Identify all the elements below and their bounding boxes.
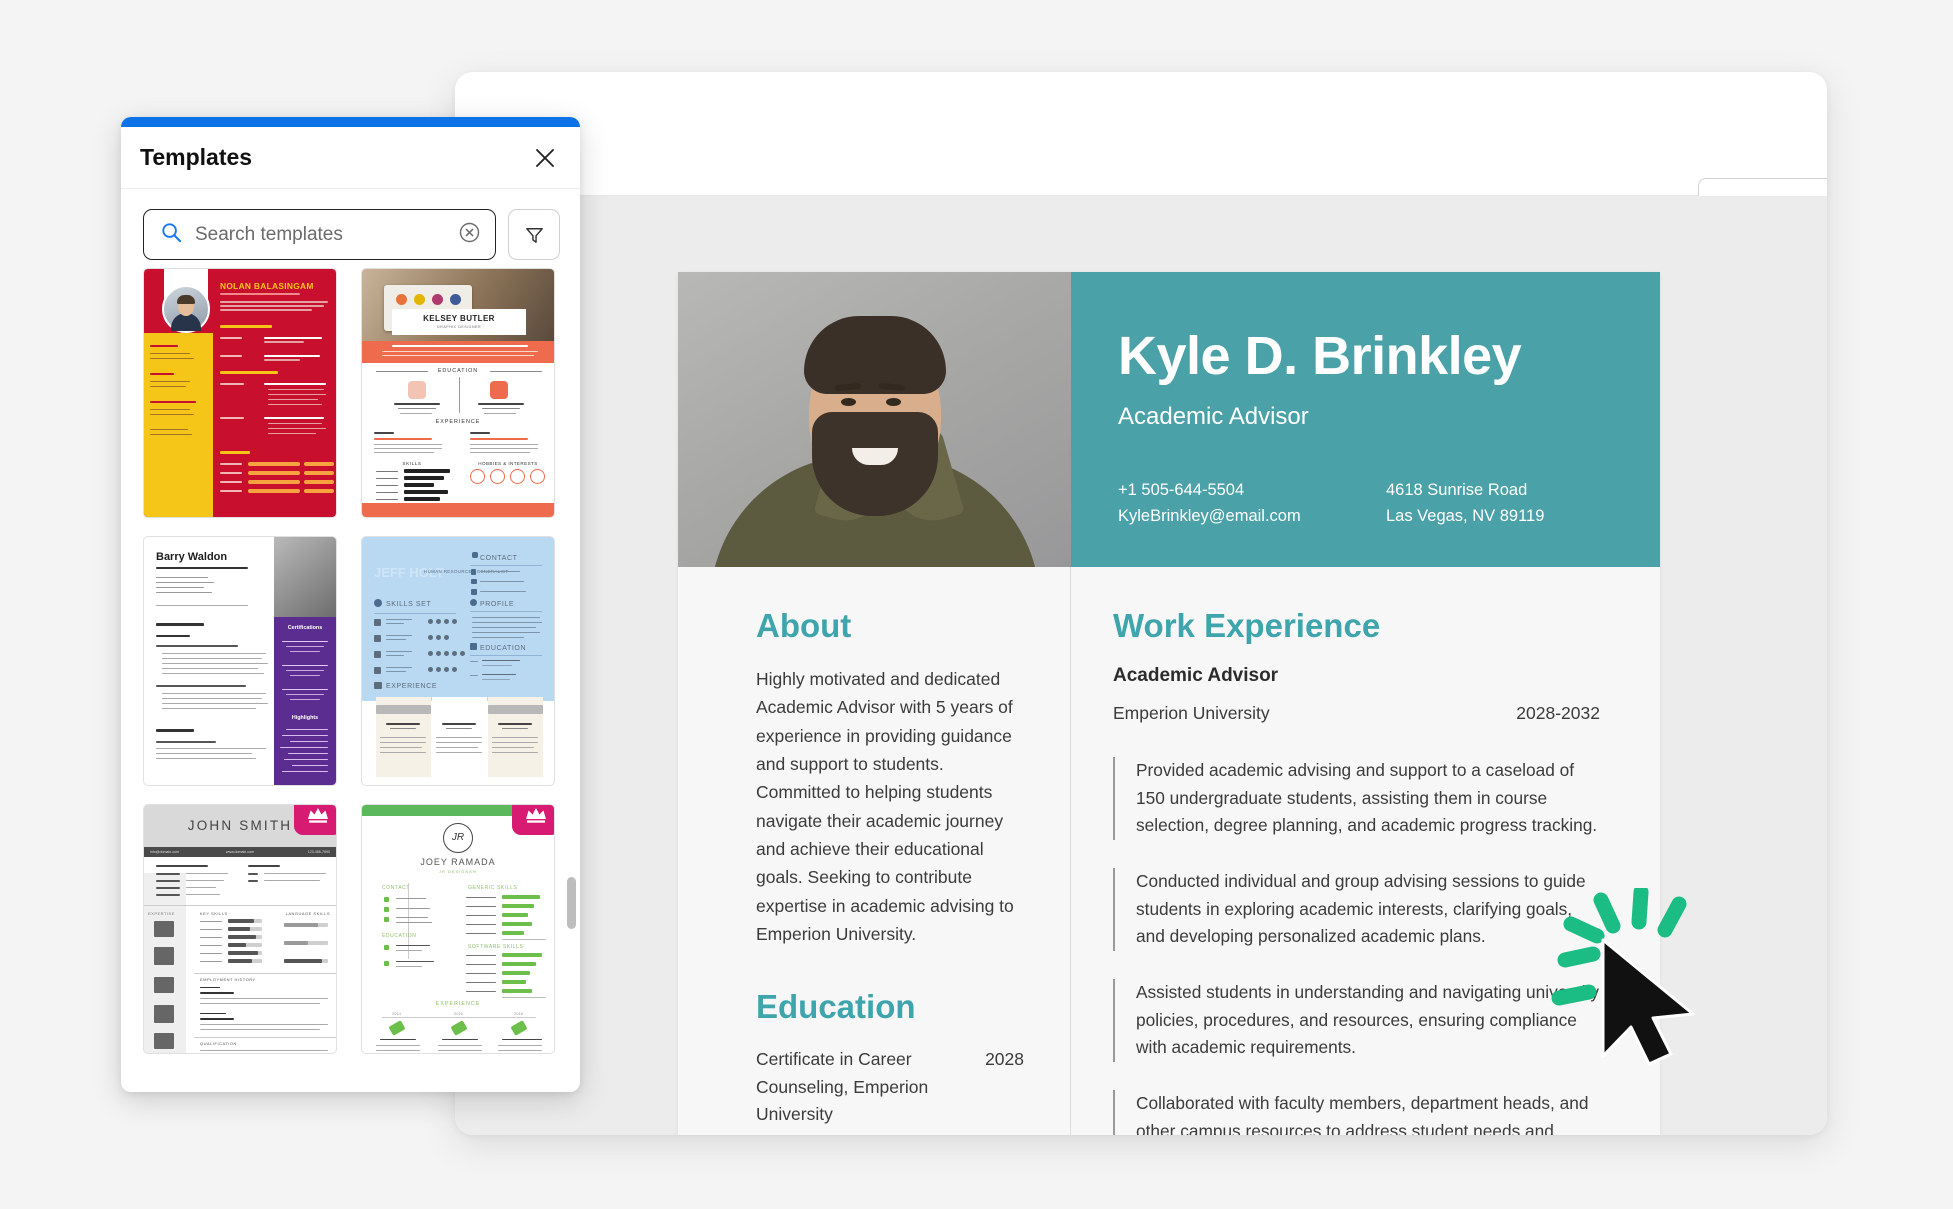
education-section-heading: Education — [756, 988, 916, 1026]
panel-search-row — [121, 189, 580, 278]
app-window: Kyle D. Brinkley Academic Advisor +1 505… — [455, 72, 1827, 1135]
resume-portrait-photo — [678, 272, 1071, 567]
template-subtitle: HUMAN RESOURCES GENERALIST — [424, 569, 509, 574]
premium-crown-icon — [512, 805, 554, 835]
resume-email: KyleBrinkley@email.com — [1118, 507, 1301, 526]
template-name: NOLAN BALASINGAM — [220, 281, 314, 291]
templates-panel[interactable]: Templates Search templates NOLAN BALASIN… — [121, 117, 580, 1092]
templates-scrollbar[interactable] — [567, 877, 576, 929]
template-card[interactable]: Barry Waldon Certifications Highlights — [143, 536, 337, 786]
search-icon — [161, 222, 182, 248]
work-employer: Emperion University — [1113, 703, 1270, 723]
template-grid[interactable]: NOLAN BALASINGAM KELSEY BUTLER GRAPHIC D… — [121, 268, 580, 1092]
clear-circle-icon[interactable] — [458, 221, 481, 249]
panel-header: Templates — [121, 127, 580, 189]
resume-body: About Highly motivated and dedicated Aca… — [678, 567, 1660, 1135]
work-bullet: Conducted individual and group advising … — [1113, 868, 1600, 952]
resume-name-banner: Kyle D. Brinkley Academic Advisor +1 505… — [1071, 272, 1660, 567]
premium-crown-icon — [294, 805, 336, 835]
work-bullet: Assisted students in understanding and n… — [1113, 979, 1600, 1063]
template-card[interactable]: KELSEY BUTLER GRAPHIC DESIGNER EDUCATION — [361, 268, 555, 518]
resume-full-name: Kyle D. Brinkley — [1118, 326, 1522, 386]
resume-left-column: About Highly motivated and dedicated Aca… — [678, 567, 1071, 1135]
close-icon[interactable] — [530, 143, 560, 173]
panel-accent-bar — [121, 117, 580, 127]
education-degree: Certificate in Career Counseling, Emperi… — [756, 1049, 929, 1124]
template-name: KELSEY BUTLER — [423, 314, 495, 323]
panel-title: Templates — [140, 144, 253, 170]
template-subtitle: GRAPHIC DESIGNER — [436, 325, 482, 329]
resume-header: Kyle D. Brinkley Academic Advisor +1 505… — [678, 272, 1660, 567]
resume-contact-block: +1 505-644-5504 KyleBrinkley@email.com 4… — [1118, 477, 1660, 530]
education-year: 2028 — [985, 1049, 1024, 1070]
work-experience-heading: Work Experience — [1113, 607, 1381, 644]
work-bullet: Provided academic advising and support t… — [1113, 757, 1600, 841]
education-entry: Certificate in Career Counseling, Emperi… — [756, 1046, 1024, 1127]
resume-address-line1: 4618 Sunrise Road — [1386, 480, 1528, 499]
search-box[interactable] — [143, 209, 496, 260]
template-card[interactable]: NOLAN BALASINGAM — [143, 268, 337, 518]
resume-phone: +1 505-644-5504 — [1118, 480, 1245, 499]
resume-right-column: Work Experience Academic Advisor Emperio… — [1071, 567, 1660, 1135]
template-subtitle: JR DESIGNER — [439, 869, 477, 874]
work-dates: 2028-2032 — [1516, 703, 1600, 723]
about-section-text: Highly motivated and dedicated Academic … — [756, 669, 1014, 945]
template-card[interactable]: JEFF HOLT HUMAN RESOURCES GENERALIST CON… — [361, 536, 555, 786]
template-card[interactable]: JOHN SMITH info@domain.com www.domain.co… — [143, 804, 337, 1054]
search-input[interactable] — [195, 223, 445, 246]
about-section-heading: About — [756, 607, 852, 644]
filter-funnel-icon[interactable] — [508, 209, 560, 260]
work-job-meta: Emperion University 2028-2032 — [1113, 703, 1600, 724]
editor-canvas[interactable]: Kyle D. Brinkley Academic Advisor +1 505… — [455, 196, 1827, 1135]
template-name: Barry Waldon — [156, 551, 228, 563]
resume-address-line2: Las Vegas, NV 89119 — [1386, 507, 1545, 526]
template-card[interactable]: JR JOEY RAMADA JR DESIGNER CONTACT EDUCA… — [361, 804, 555, 1054]
resume-job-role: Academic Advisor — [1118, 402, 1309, 430]
work-bullet: Collaborated with faculty members, depar… — [1113, 1090, 1600, 1135]
work-job-title: Academic Advisor — [1113, 665, 1279, 686]
template-name: JOEY RAMADA — [420, 857, 496, 867]
app-toolbar — [455, 72, 1827, 240]
resume-document[interactable]: Kyle D. Brinkley Academic Advisor +1 505… — [678, 272, 1660, 1135]
